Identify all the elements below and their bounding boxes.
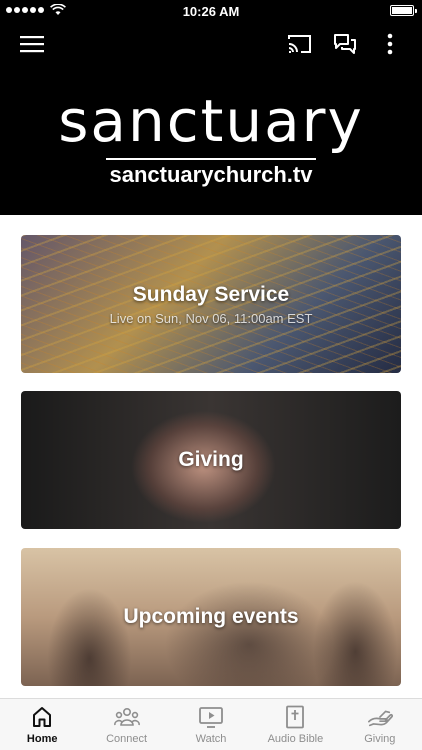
- giving-hand-icon: [367, 704, 393, 730]
- nav-item-home[interactable]: Home: [0, 699, 84, 750]
- upcoming-events-card[interactable]: Upcoming events: [21, 548, 401, 686]
- sunday-service-card[interactable]: Sunday Service Live on Sun, Nov 06, 11:0…: [21, 235, 401, 373]
- logo-wordmark: sanctuary: [58, 87, 364, 155]
- card-title: Upcoming events: [123, 605, 299, 628]
- nav-item-audio-bible[interactable]: Audio Bible: [253, 699, 337, 750]
- hamburger-icon: [20, 36, 44, 53]
- people-icon: [113, 704, 140, 730]
- nav-label: Connect: [106, 733, 148, 745]
- card-title: Sunday Service: [132, 282, 290, 306]
- nav-item-watch[interactable]: Watch: [169, 699, 253, 750]
- chat-button[interactable]: [331, 30, 359, 58]
- tv-icon: [198, 704, 224, 730]
- chat-icon: [334, 34, 356, 54]
- battery-icon: [390, 5, 417, 16]
- more-options-button[interactable]: [376, 30, 404, 58]
- home-icon: [29, 704, 55, 730]
- bible-icon: [282, 704, 308, 730]
- sanctuary-logo: sanctuary sanctuarychurch.tv: [0, 92, 422, 188]
- nav-label: Audio Bible: [267, 733, 324, 745]
- giving-card[interactable]: Giving: [21, 391, 401, 529]
- nav-label: Giving: [364, 733, 396, 745]
- status-time: 10:26 AM: [182, 4, 240, 19]
- nav-label: Watch: [195, 733, 227, 745]
- card-title: Giving: [178, 448, 244, 471]
- cast-icon: [288, 35, 311, 53]
- status-bar: 10:26 AM: [0, 0, 422, 22]
- nav-item-connect[interactable]: Connect: [84, 699, 168, 750]
- cast-button[interactable]: [286, 30, 314, 58]
- nav-label: Home: [26, 733, 58, 745]
- nav-item-giving[interactable]: Giving: [338, 699, 422, 750]
- more-vertical-icon: [387, 33, 393, 55]
- logo-url: sanctuarychurch.tv: [105, 158, 317, 188]
- bottom-navigation: Home Connect Watch Audio Bible Giving: [0, 698, 422, 750]
- menu-button[interactable]: [18, 30, 46, 58]
- card-subtitle: Live on Sun, Nov 06, 11:00am EST: [109, 310, 313, 326]
- app-header: sanctuary sanctuarychurch.tv: [0, 22, 422, 215]
